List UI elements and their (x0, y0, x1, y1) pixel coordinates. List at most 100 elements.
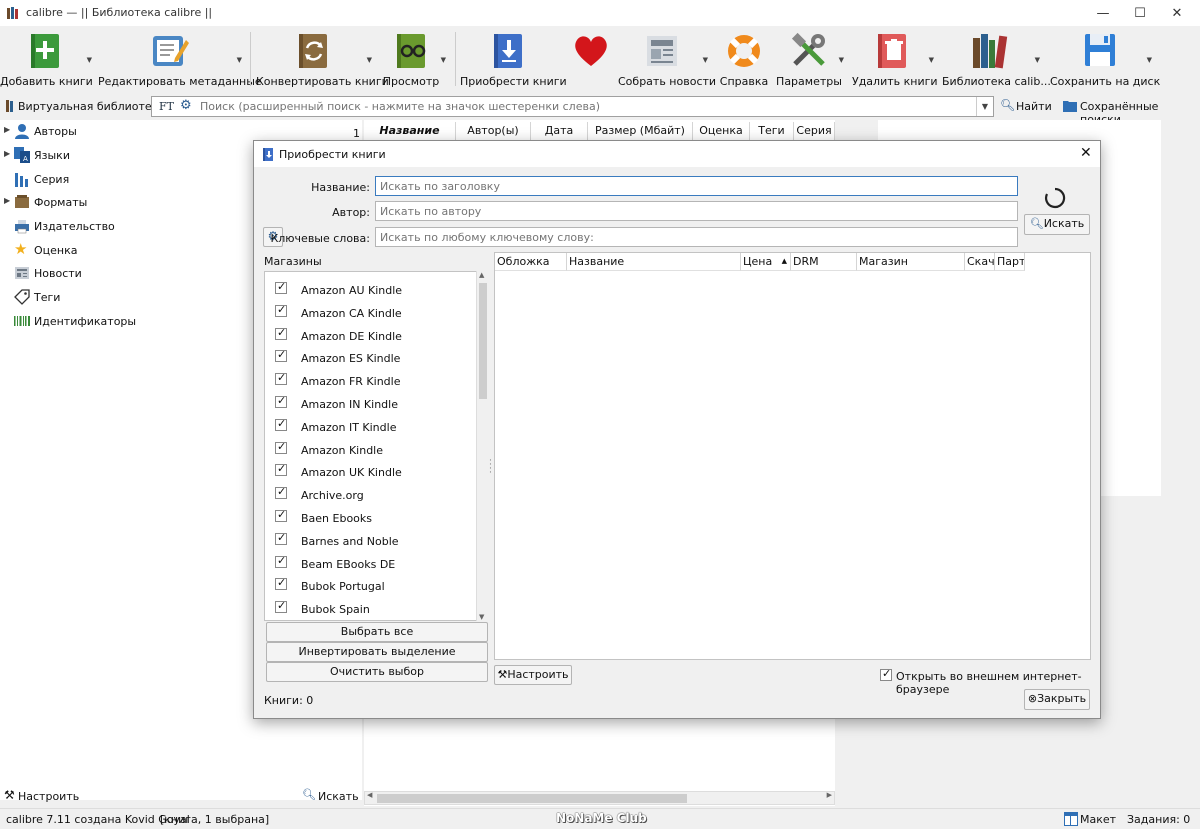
chevron-down-icon[interactable]: ▼ (237, 56, 242, 64)
chevron-right-icon[interactable]: ▶ (4, 196, 10, 205)
column-header-title[interactable]: Название (364, 122, 456, 141)
virtual-library-button[interactable]: Виртуальная библиотека (18, 100, 165, 113)
stores-scrollbar[interactable]: ▲ ▼ (476, 271, 488, 621)
chevron-down-icon[interactable]: ▼ (367, 56, 372, 64)
search-input[interactable] (198, 98, 968, 115)
full-text-search-icon[interactable]: FT (159, 100, 174, 113)
search-button[interactable]: 🔍︎Искать (1024, 214, 1090, 235)
remove-books-button[interactable]: Удалить книги ▼ (852, 26, 938, 92)
stores-list[interactable]: Amazon AU Kindle Amazon CA Kindle Amazon D… (264, 271, 488, 621)
column-header-tags[interactable]: Теги (750, 122, 794, 141)
configure-tag-browser-button[interactable]: Настроить (18, 790, 79, 803)
view-button[interactable]: Просмотр ▼ (378, 26, 446, 92)
category-formats[interactable]: ▶ Форматы (0, 192, 240, 214)
help-button[interactable]: Справка (718, 26, 770, 92)
add-books-button[interactable]: Добавить книги ▼ (0, 26, 93, 92)
scroll-down-icon[interactable]: ▼ (479, 613, 484, 621)
chevron-down-icon[interactable]: ▼ (441, 56, 446, 64)
results-column-price[interactable]: Цена ▲ (741, 253, 791, 271)
store-checkbox[interactable] (275, 348, 287, 363)
column-header-series[interactable]: Серия (794, 122, 835, 141)
edit-metadata-button[interactable]: Редактировать метаданные ▼ (98, 26, 262, 92)
results-column-drm[interactable]: DRM (791, 253, 857, 271)
toolbar-separator (250, 32, 251, 86)
scroll-up-icon[interactable]: ▲ (479, 271, 484, 279)
results-column-store[interactable]: Магазин (857, 253, 965, 271)
store-checkbox[interactable] (275, 554, 287, 568)
column-header-size[interactable]: Размер (Мбайт) (588, 122, 693, 141)
store-checkbox[interactable] (275, 417, 287, 431)
category-publisher[interactable]: Издательство (0, 216, 240, 238)
chevron-down-icon[interactable]: ▼ (1147, 56, 1152, 64)
category-label: Издательство (34, 220, 115, 233)
close-dialog-button[interactable]: ✕ (1080, 145, 1092, 161)
donate-button[interactable] (566, 26, 616, 92)
store-checkbox[interactable] (275, 531, 287, 545)
fetch-news-button[interactable]: Собрать новости ▼ (618, 26, 716, 92)
store-checkbox[interactable] (275, 462, 287, 477)
scrollbar-thumb[interactable] (377, 794, 687, 803)
get-books-button[interactable]: Приобрести книги (460, 26, 567, 92)
search-box[interactable]: FT ⚙ ▼ (151, 96, 994, 117)
category-rating[interactable]: ★ Оценка (0, 240, 240, 262)
store-checkbox[interactable] (275, 326, 287, 340)
jobs-indicator[interactable]: Задания: 0 (1127, 813, 1190, 826)
save-to-disk-button[interactable]: Сохранить на диск ▼ (1050, 26, 1160, 92)
results-column-title[interactable]: Название (567, 253, 741, 271)
category-authors[interactable]: ▶ Авторы (0, 121, 240, 143)
column-header-date[interactable]: Дата (531, 122, 588, 141)
store-checkbox[interactable] (275, 440, 287, 454)
scrollbar-thumb[interactable] (479, 283, 487, 399)
library-button[interactable]: Библиотека calib... ▼ (942, 26, 1051, 92)
gear-icon[interactable]: ⚙ (180, 98, 192, 113)
column-header-rating[interactable]: Оценка (693, 122, 750, 141)
scroll-right-icon[interactable]: ▶ (827, 791, 832, 799)
languages-icon: A (14, 147, 30, 163)
store-checkbox[interactable] (275, 394, 287, 408)
clear-selection-button[interactable]: Очистить выбор (266, 662, 488, 682)
select-all-button[interactable]: Выбрать все (266, 622, 488, 642)
store-checkbox[interactable] (275, 485, 287, 500)
chevron-down-icon[interactable]: ▼ (1035, 56, 1040, 64)
results-column-download[interactable]: Скача (965, 253, 995, 271)
store-checkbox[interactable] (275, 371, 287, 386)
category-identifiers[interactable]: Идентификаторы (0, 311, 240, 333)
chevron-down-icon[interactable]: ▼ (976, 97, 993, 116)
configure-button[interactable]: ⚒Настроить (494, 665, 572, 685)
invert-selection-button[interactable]: Инвертировать выделение (266, 642, 488, 662)
chevron-down-icon[interactable]: ▼ (839, 56, 844, 64)
column-header-authors[interactable]: Автор(ы) (456, 122, 531, 141)
store-checkbox[interactable] (275, 280, 287, 294)
open-external-checkbox[interactable] (880, 667, 892, 681)
category-tags[interactable]: Теги (0, 287, 240, 309)
find-button[interactable]: Найти (1016, 100, 1052, 113)
close-window-button[interactable]: ✕ (1154, 0, 1200, 26)
category-news[interactable]: Новости (0, 263, 240, 285)
scroll-left-icon[interactable]: ◀ (367, 791, 372, 799)
chevron-down-icon[interactable]: ▼ (87, 56, 92, 64)
chevron-down-icon[interactable]: ▼ (703, 56, 708, 64)
chevron-right-icon[interactable]: ▶ (4, 149, 10, 158)
results-column-affiliate[interactable]: Партн (995, 253, 1025, 271)
find-in-tag-browser-button[interactable]: Искать (318, 790, 359, 803)
results-table[interactable]: Обложка Название Цена ▲ DRM Магазин Скач… (494, 252, 1091, 660)
chevron-down-icon[interactable]: ▼ (929, 56, 934, 64)
keywords-search-input[interactable] (375, 227, 1018, 247)
chevron-right-icon[interactable]: ▶ (4, 125, 10, 134)
preferences-button[interactable]: Параметры ▼ (776, 26, 844, 92)
book-list-header: Название Автор(ы) Дата Размер (Мбайт) Оц… (364, 120, 835, 142)
store-checkbox[interactable] (275, 508, 287, 522)
category-languages[interactable]: ▶ A Языки (0, 145, 240, 167)
title-search-input[interactable] (375, 176, 1018, 196)
splitter-handle[interactable]: · · · · (489, 457, 492, 478)
layout-button[interactable]: Макет (1080, 813, 1116, 826)
close-button[interactable]: ⊗Закрыть (1024, 689, 1090, 710)
convert-books-button[interactable]: Конвертировать книги ▼ (256, 26, 389, 92)
store-checkbox[interactable] (275, 576, 287, 591)
category-series[interactable]: Серия (0, 169, 240, 191)
horizontal-scrollbar[interactable]: ◀ ▶ (364, 791, 835, 805)
results-column-cover[interactable]: Обложка (495, 253, 567, 271)
author-search-input[interactable] (375, 201, 1018, 221)
store-checkbox[interactable] (275, 599, 287, 614)
store-checkbox[interactable] (275, 303, 287, 317)
